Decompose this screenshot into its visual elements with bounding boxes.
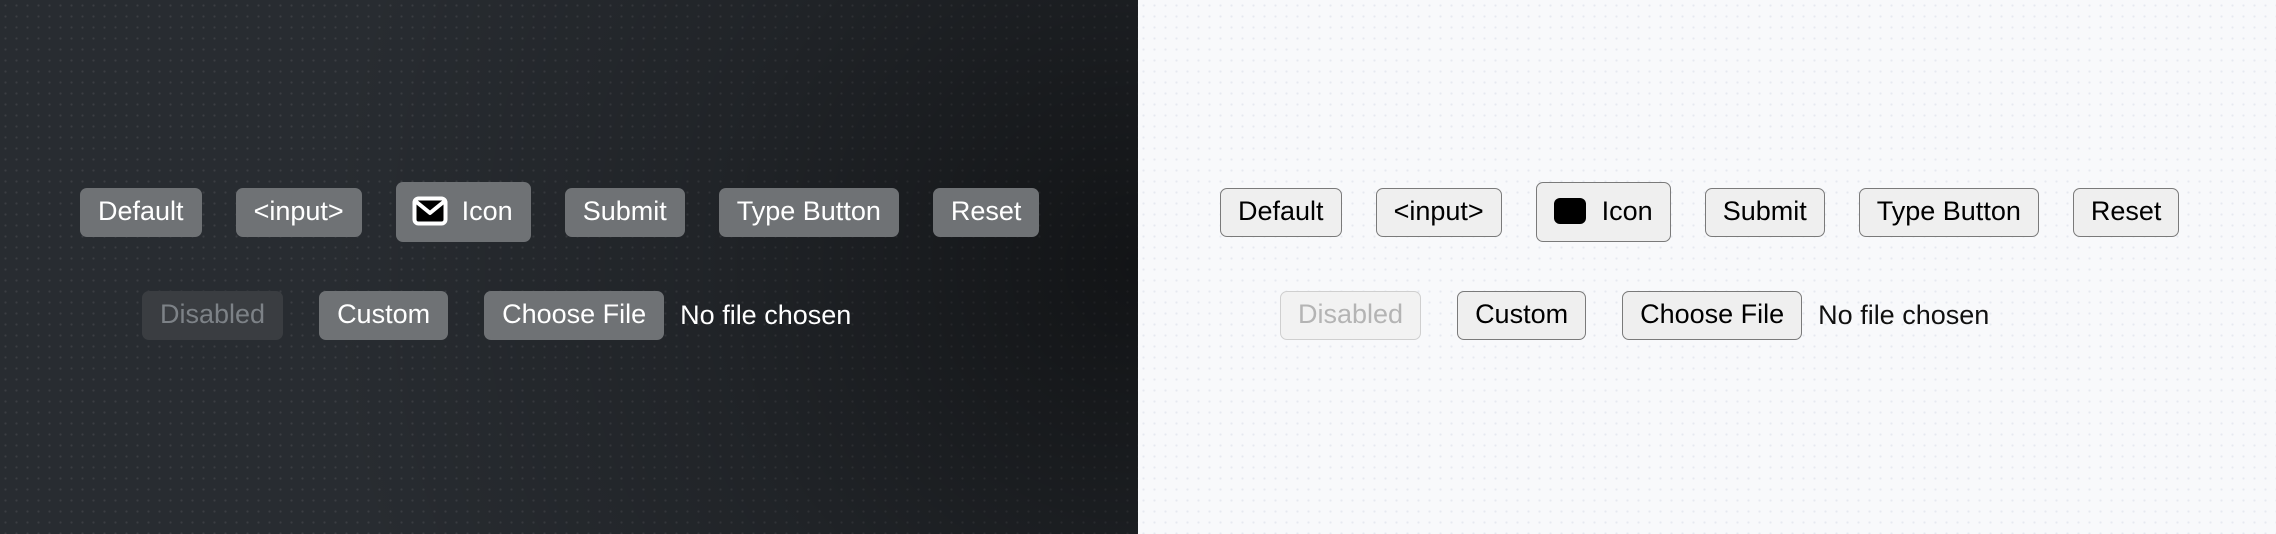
disabled-button: Disabled [142,290,284,340]
input-button[interactable]: <input> [235,187,362,237]
light-button-row-primary: Default <input> Icon Submit Type Button … [1220,172,2213,252]
reset-button[interactable]: Reset [2072,187,2180,237]
icon-button[interactable]: Icon [395,182,531,242]
custom-button[interactable]: Custom [319,290,449,340]
button-showcase-stage: Default <input> Icon Submit Type Button … [0,0,2276,534]
file-status-text: No file chosen [1818,299,1990,330]
file-status-text: No file chosen [680,299,852,330]
default-button[interactable]: Default [1220,187,1342,237]
light-theme-panel: Default <input> Icon Submit Type Button … [1138,0,2276,534]
input-button[interactable]: <input> [1375,187,1502,237]
reset-button[interactable]: Reset [932,187,1040,237]
default-button[interactable]: Default [80,187,202,237]
light-button-row-secondary: Disabled Custom Choose File No file chos… [1280,282,2025,348]
type-button[interactable]: Type Button [1858,187,2039,237]
icon-button-label: Icon [461,195,513,226]
disabled-button: Disabled [1280,290,1422,340]
dark-theme-panel: Default <input> Icon Submit Type Button … [0,0,1138,534]
choose-file-button[interactable]: Choose File [484,290,665,340]
file-input[interactable]: Choose File No file chosen [1622,290,1990,340]
file-input[interactable]: Choose File No file chosen [484,290,852,340]
mail-icon [412,196,448,226]
icon-button[interactable]: Icon [1535,182,1671,242]
icon-button-label: Icon [1601,195,1653,226]
dark-button-row-primary: Default <input> Icon Submit Type Button … [80,172,1073,252]
type-button[interactable]: Type Button [718,187,899,237]
submit-button[interactable]: Submit [564,187,685,237]
choose-file-button[interactable]: Choose File [1622,290,1803,340]
custom-button[interactable]: Custom [1457,290,1587,340]
submit-button[interactable]: Submit [1704,187,1825,237]
black-rounded-square-icon [1552,196,1588,226]
dark-button-row-secondary: Disabled Custom Choose File No file chos… [142,282,887,348]
